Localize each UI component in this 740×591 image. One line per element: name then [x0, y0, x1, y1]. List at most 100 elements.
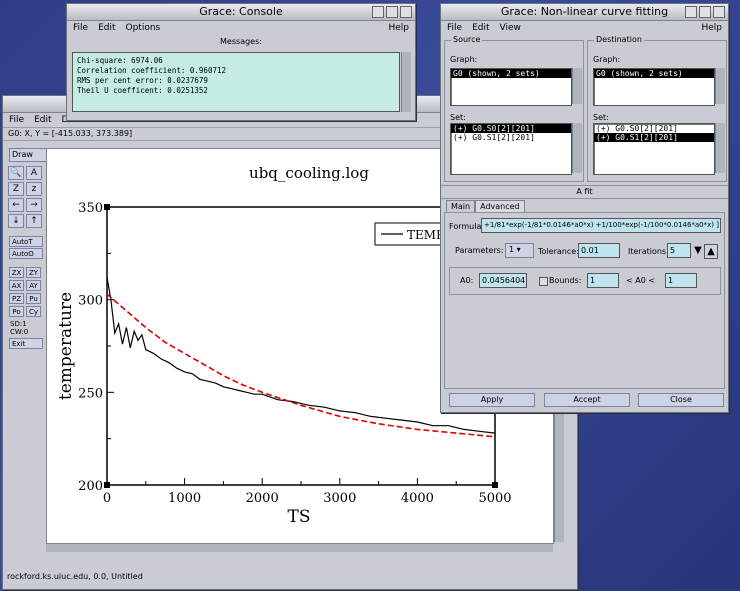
console-menu-edit[interactable]: Edit — [98, 21, 115, 35]
cy-button[interactable]: Cy — [26, 306, 41, 317]
x-tick-label: 3000 — [323, 491, 356, 506]
tab-main[interactable]: Main — [446, 200, 476, 212]
console-menu-help[interactable]: Help — [388, 21, 409, 35]
destination-group: Destination Graph: G0 (shown, 2 sets) Se… — [587, 35, 727, 182]
console-menu-file[interactable]: File — [73, 21, 88, 35]
accept-button[interactable]: Accept — [544, 393, 630, 407]
tolerance-input[interactable]: 0.01 — [578, 243, 620, 258]
cw-label: CW:0 — [10, 328, 29, 336]
bounds-checkbox[interactable] — [539, 277, 548, 286]
source-graph-label: Graph: — [450, 55, 478, 64]
ay-button[interactable]: AY — [26, 280, 41, 291]
tool-panel: Draw 🔍 A Zz ← → ↓ ↑ AutoT AutoO ZX ZY AX AY P… — [7, 148, 47, 350]
source-graph-scroll[interactable] — [572, 68, 582, 104]
close-icon[interactable] — [713, 6, 725, 18]
arrow-down-icon[interactable]: ↓ — [8, 214, 24, 228]
parameters-select[interactable]: 1 ▾ — [505, 243, 534, 258]
x-tick-label: 5000 — [478, 491, 511, 506]
fit-menu-help[interactable]: Help — [701, 21, 722, 35]
zx-button[interactable]: ZX — [9, 267, 24, 278]
fit-menu-edit[interactable]: Edit — [472, 21, 489, 35]
message-line: Theil U coefficent: 0.0251352 — [77, 86, 208, 95]
source-set-list[interactable]: (+) G0.S0[2][201] (+) G0.S1[2][201] — [450, 123, 572, 175]
legend-label: TEMP — [407, 228, 444, 242]
zoom-out-icon[interactable]: z — [26, 182, 42, 196]
canvas-scrollbar-h[interactable] — [46, 543, 553, 552]
text-tool-icon[interactable]: A — [26, 166, 42, 180]
fit-menu-view[interactable]: View — [500, 21, 521, 35]
a0-label: A0: — [460, 276, 474, 285]
console-titlebar[interactable]: Grace: Console — [67, 4, 415, 21]
y-axis-label: temperature — [56, 292, 76, 400]
chevron-down-icon: ▾ — [516, 245, 521, 254]
autot-button[interactable]: AutoT — [9, 236, 43, 247]
message-line: RMS per cent error: 0.0237679 — [77, 76, 208, 85]
arrow-up-icon[interactable]: ↑ — [26, 214, 42, 228]
y-tick-label: 200 — [78, 479, 103, 494]
minimize-icon[interactable] — [685, 6, 697, 18]
pz-button[interactable]: PZ — [9, 293, 24, 304]
list-item[interactable]: (+) G0.S0[2][201] — [451, 124, 571, 133]
bound-high-input[interactable]: 1 — [665, 273, 697, 288]
list-item[interactable]: (+) G0.S1[2][201] — [594, 133, 714, 142]
bounds-label: Bounds: — [549, 276, 582, 285]
message-line: Chi-square: 6974.06 — [77, 56, 163, 65]
dest-set-list[interactable]: (+) G0.S0[2][201] (+) G0.S1[2][201] — [593, 123, 715, 175]
console-title: Grace: Console — [199, 5, 283, 18]
list-item[interactable]: G0 (shown, 2 sets) — [594, 69, 714, 78]
apply-button[interactable]: Apply — [449, 393, 535, 407]
fit-menubar: File Edit View Help — [441, 21, 728, 35]
source-set-label: Set: — [450, 113, 466, 122]
a0-input[interactable]: 0.0456404 — [479, 273, 527, 288]
console-menubar: File Edit Options Help — [67, 21, 415, 35]
console-menu-options[interactable]: Options — [126, 21, 161, 35]
iterations-label: Iterations: — [628, 247, 669, 256]
autoo-button[interactable]: AutoO — [9, 248, 43, 259]
arrow-left-icon[interactable]: ← — [8, 198, 24, 212]
list-item[interactable]: (+) G0.S0[2][201] — [594, 124, 714, 133]
decrement-button[interactable]: ▼ — [692, 244, 704, 257]
messages-scrollbar[interactable] — [401, 52, 411, 112]
destination-label: Destination — [594, 35, 644, 44]
menu-edit[interactable]: Edit — [34, 113, 51, 127]
close-button[interactable]: Close — [638, 393, 724, 407]
bound-low-input[interactable]: 1 — [587, 273, 619, 288]
zy-button[interactable]: ZY — [26, 267, 41, 278]
parameters-value: 1 — [509, 245, 515, 254]
po-button[interactable]: Po — [9, 306, 24, 317]
menu-file[interactable]: File — [9, 113, 24, 127]
series-line-temp — [106, 277, 496, 434]
zoom-icon[interactable]: 🔍 — [8, 166, 24, 180]
pu-button[interactable]: Pu — [26, 293, 41, 304]
formula-input[interactable]: +1/81*exp(-1/81*0.0146*a0*x) +1/100*exp(… — [481, 218, 721, 233]
fit-menu-file[interactable]: File — [447, 21, 462, 35]
message-line: Correlation coefficient: 0.960712 — [77, 66, 227, 75]
param-row: A0: 0.0456404 Bounds: 1 < A0 < 1 — [449, 267, 721, 295]
draw-button[interactable]: Draw — [9, 148, 47, 162]
sd-label: SD:1 — [10, 320, 27, 328]
dest-set-scroll[interactable] — [715, 123, 725, 173]
fit-titlebar[interactable]: Grace: Non-linear curve fitting — [441, 4, 728, 21]
fit-title: Grace: Non-linear curve fitting — [500, 5, 669, 18]
source-set-scroll[interactable] — [572, 123, 582, 173]
list-item[interactable]: (+) G0.S1[2][201] — [451, 133, 571, 142]
fit-window: Grace: Non-linear curve fitting File Edi… — [440, 3, 729, 413]
arrow-right-icon[interactable]: → — [26, 198, 42, 212]
dest-graph-scroll[interactable] — [715, 68, 725, 104]
tab-advanced[interactable]: Advanced — [475, 200, 525, 212]
source-graph-list[interactable]: G0 (shown, 2 sets) — [450, 68, 572, 106]
formula-label: Formula: — [449, 222, 485, 231]
exit-button[interactable]: Exit — [9, 338, 43, 349]
ax-button[interactable]: AX — [9, 280, 24, 291]
maximize-icon[interactable] — [386, 6, 398, 18]
dest-graph-list[interactable]: G0 (shown, 2 sets) — [593, 68, 715, 106]
minimize-icon[interactable] — [372, 6, 384, 18]
list-item[interactable]: G0 (shown, 2 sets) — [451, 69, 571, 78]
zoom-in-icon[interactable]: Z — [8, 182, 24, 196]
messages-area[interactable]: Chi-square: 6974.06 Correlation coeffici… — [72, 52, 400, 112]
maximize-icon[interactable] — [699, 6, 711, 18]
increment-button[interactable]: ▲ — [704, 244, 718, 259]
close-icon[interactable] — [400, 6, 412, 18]
iterations-input[interactable]: 5 — [667, 243, 691, 258]
corner-marker — [104, 204, 110, 210]
